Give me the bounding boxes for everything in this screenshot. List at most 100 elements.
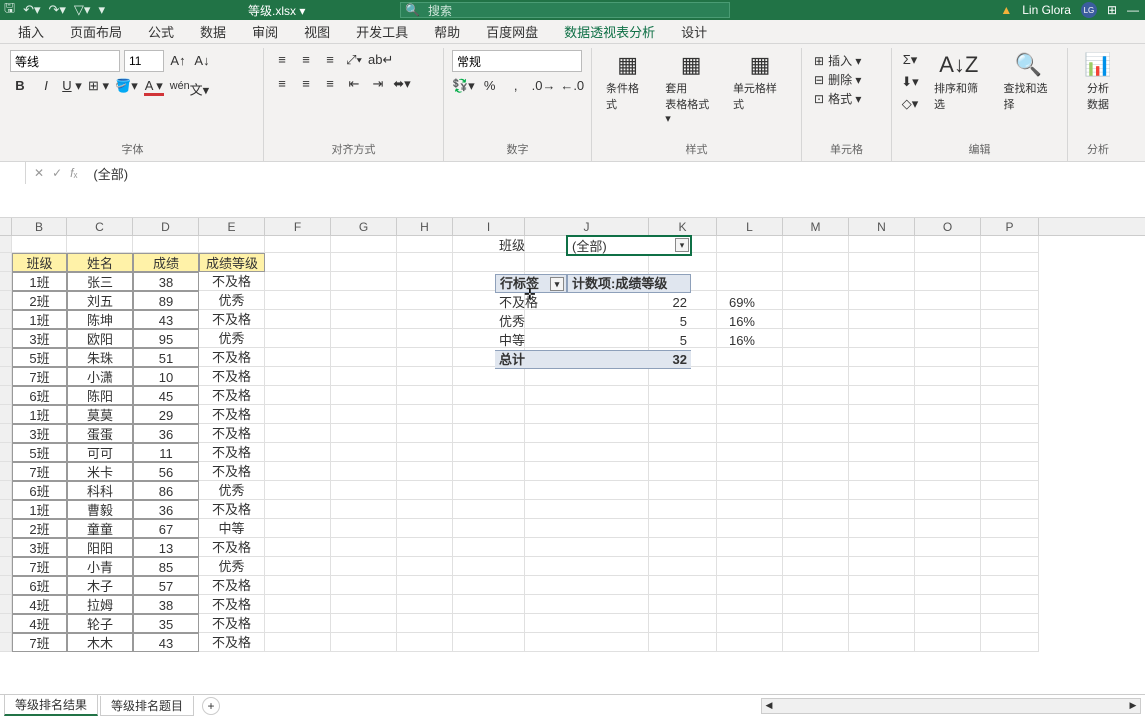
cell[interactable]: [331, 367, 397, 386]
cell[interactable]: 不及格: [199, 614, 265, 633]
pivot-row-pct[interactable]: 69%: [691, 293, 759, 312]
cell[interactable]: 姓名: [67, 253, 133, 272]
filter-icon[interactable]: ▽▾: [74, 2, 91, 18]
col-header[interactable]: L: [717, 218, 783, 235]
cell[interactable]: 2班: [12, 519, 67, 538]
cell[interactable]: 4班: [12, 595, 67, 614]
tab-view[interactable]: 视图: [302, 19, 332, 44]
cell[interactable]: 36: [133, 424, 199, 443]
cell[interactable]: [849, 443, 915, 462]
cell[interactable]: 不及格: [199, 310, 265, 329]
decrease-font-icon[interactable]: A↓: [192, 51, 212, 71]
cell[interactable]: 51: [133, 348, 199, 367]
cell[interactable]: 米卡: [67, 462, 133, 481]
increase-font-icon[interactable]: A↑: [168, 51, 188, 71]
cell[interactable]: [649, 519, 717, 538]
cell[interactable]: [397, 538, 453, 557]
cell[interactable]: [649, 253, 717, 272]
cell[interactable]: [397, 329, 453, 348]
cell[interactable]: 不及格: [199, 538, 265, 557]
cell[interactable]: 7班: [12, 633, 67, 652]
cell[interactable]: [265, 405, 331, 424]
cell[interactable]: [783, 557, 849, 576]
decrease-decimal-icon[interactable]: ←.0: [560, 76, 583, 96]
cell[interactable]: [915, 519, 981, 538]
cell[interactable]: [981, 329, 1039, 348]
cell[interactable]: [849, 272, 915, 291]
cell[interactable]: 拉姆: [67, 595, 133, 614]
cell[interactable]: 5班: [12, 443, 67, 462]
table-row[interactable]: 7班小潇10不及格: [0, 367, 1145, 386]
cell[interactable]: [199, 236, 265, 253]
cell[interactable]: 小青: [67, 557, 133, 576]
tab-pivot-analyze[interactable]: 数据透视表分析: [562, 19, 657, 44]
cell[interactable]: [649, 576, 717, 595]
col-header[interactable]: H: [397, 218, 453, 235]
cell[interactable]: [331, 595, 397, 614]
cell[interactable]: 优秀: [199, 291, 265, 310]
cell[interactable]: [783, 595, 849, 614]
col-header[interactable]: M: [783, 218, 849, 235]
cell[interactable]: 67: [133, 519, 199, 538]
cell[interactable]: [849, 348, 915, 367]
cell[interactable]: [265, 576, 331, 595]
delete-cells-button[interactable]: ⊟删除 ▾: [814, 71, 879, 88]
table-row[interactable]: 2班童童67中等: [0, 519, 1145, 538]
table-row[interactable]: 1班曹毅36不及格: [0, 500, 1145, 519]
cell[interactable]: [783, 500, 849, 519]
cell[interactable]: [981, 443, 1039, 462]
window-options-icon[interactable]: ⊞: [1107, 3, 1117, 17]
cell[interactable]: [981, 236, 1039, 253]
cell[interactable]: 38: [133, 595, 199, 614]
cell[interactable]: [453, 557, 525, 576]
cell[interactable]: [981, 557, 1039, 576]
cell[interactable]: 1班: [12, 405, 67, 424]
cell[interactable]: 优秀: [199, 557, 265, 576]
cell[interactable]: [397, 236, 453, 253]
scroll-right-icon[interactable]: ▶: [1126, 699, 1140, 713]
cell[interactable]: [783, 481, 849, 500]
align-bottom-icon[interactable]: ≡: [320, 50, 340, 70]
cell[interactable]: [525, 386, 649, 405]
cell[interactable]: [331, 310, 397, 329]
cancel-formula-icon[interactable]: ✕: [34, 166, 44, 180]
cell[interactable]: 班级: [12, 253, 67, 272]
cell[interactable]: [331, 253, 397, 272]
cell[interactable]: [981, 291, 1039, 310]
col-header[interactable]: B: [12, 218, 67, 235]
cell[interactable]: [649, 595, 717, 614]
cell[interactable]: 1班: [12, 310, 67, 329]
merge-icon[interactable]: ⬌▾: [392, 74, 412, 94]
cell[interactable]: [783, 519, 849, 538]
cell[interactable]: [331, 633, 397, 652]
table-row[interactable]: 7班木木43不及格: [0, 633, 1145, 652]
cell[interactable]: 7班: [12, 557, 67, 576]
cell[interactable]: [265, 424, 331, 443]
cell[interactable]: [397, 443, 453, 462]
cell[interactable]: [783, 443, 849, 462]
cell[interactable]: [783, 614, 849, 633]
tab-review[interactable]: 审阅: [250, 19, 280, 44]
number-format-input[interactable]: [452, 50, 582, 72]
cell[interactable]: 57: [133, 576, 199, 595]
cell[interactable]: 3班: [12, 329, 67, 348]
tab-baidu[interactable]: 百度网盘: [484, 19, 540, 44]
cell[interactable]: [397, 253, 453, 272]
align-center-icon[interactable]: ≡: [296, 74, 316, 94]
cell[interactable]: [397, 272, 453, 291]
cell[interactable]: [981, 462, 1039, 481]
cell[interactable]: [849, 367, 915, 386]
table-row[interactable]: 4班轮子35不及格: [0, 614, 1145, 633]
cell[interactable]: 优秀: [199, 481, 265, 500]
cell[interactable]: [397, 481, 453, 500]
cell[interactable]: [981, 595, 1039, 614]
cell[interactable]: 优秀: [199, 329, 265, 348]
analyze-data-button[interactable]: 📊 分析 数据: [1076, 50, 1120, 114]
cell[interactable]: [915, 576, 981, 595]
pivot-row-pct[interactable]: 16%: [691, 331, 759, 350]
cell[interactable]: [525, 500, 649, 519]
cell[interactable]: 3班: [12, 538, 67, 557]
cell[interactable]: [849, 405, 915, 424]
cell[interactable]: [265, 329, 331, 348]
cell[interactable]: 45: [133, 386, 199, 405]
